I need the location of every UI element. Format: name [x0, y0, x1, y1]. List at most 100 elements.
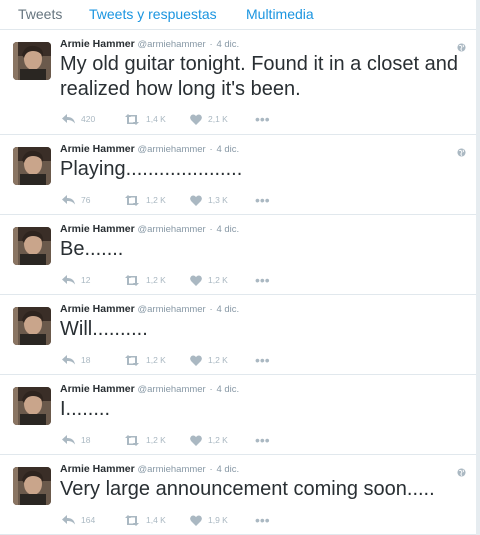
fullname[interactable]: Armie Hammer: [60, 303, 135, 315]
avatar[interactable]: [13, 147, 51, 185]
reply-button[interactable]: 18: [62, 433, 90, 447]
timestamp[interactable]: 4 dic.: [216, 384, 239, 395]
more-button[interactable]: •••: [255, 273, 270, 287]
retweet-icon: [124, 514, 140, 526]
heart-icon: [190, 354, 202, 366]
fullname[interactable]: Armie Hammer: [60, 143, 135, 155]
heart-icon: [190, 194, 202, 206]
reply-button[interactable]: 18: [62, 353, 90, 367]
tweet-header: Armie Hammer @armiehammer · 4 dic.: [60, 383, 476, 397]
tweet-actions: 76 1,2 K 1,3 K •••: [60, 193, 280, 207]
separator: ·: [209, 464, 213, 475]
timestamp[interactable]: 4 dic.: [216, 224, 239, 235]
more-button[interactable]: •••: [255, 353, 270, 367]
reply-button[interactable]: 76: [62, 193, 90, 207]
more-button[interactable]: •••: [255, 513, 270, 527]
retweet-button[interactable]: 1,2 K: [124, 353, 166, 367]
username[interactable]: @armiehammer: [137, 224, 205, 235]
avatar[interactable]: [13, 467, 51, 505]
tweet-3[interactable]: Armie Hammer @armiehammer · 4 dic. Be...…: [0, 215, 476, 295]
timestamp[interactable]: 4 dic.: [216, 144, 239, 155]
separator: ·: [209, 384, 213, 395]
heart-icon: [190, 113, 202, 125]
retweet-button[interactable]: 1,2 K: [124, 273, 166, 287]
reply-count: 12: [81, 275, 91, 285]
retweet-button[interactable]: 1,2 K: [124, 193, 166, 207]
retweet-count: 1,2 K: [146, 195, 166, 205]
username[interactable]: @armiehammer: [137, 384, 205, 395]
globe-icon: [457, 39, 466, 52]
like-count: 1,9 K: [208, 515, 228, 525]
tab-media[interactable]: Multimedia: [246, 6, 314, 22]
like-button[interactable]: 1,2 K: [190, 353, 228, 367]
like-button[interactable]: 1,9 K: [190, 513, 228, 527]
fullname[interactable]: Armie Hammer: [60, 383, 135, 395]
avatar[interactable]: [13, 307, 51, 345]
reply-count: 164: [81, 515, 96, 525]
retweet-button[interactable]: 1,4 K: [124, 513, 166, 527]
fullname[interactable]: Armie Hammer: [60, 463, 135, 475]
like-count: 1,3 K: [208, 195, 228, 205]
like-count: 1,2 K: [208, 275, 228, 285]
tweet-5[interactable]: Armie Hammer @armiehammer · 4 dic. I....…: [0, 375, 476, 455]
timestamp[interactable]: 4 dic.: [216, 464, 239, 475]
tweet-actions: 420 1,4 K 2,1 K •••: [60, 112, 280, 126]
tab-tweets-and-replies[interactable]: Tweets y respuestas: [89, 6, 217, 22]
retweet-count: 1,4 K: [146, 114, 166, 124]
retweet-icon: [124, 434, 140, 446]
reply-count: 18: [81, 435, 91, 445]
like-count: 2,1 K: [208, 114, 228, 124]
username[interactable]: @armiehammer: [137, 464, 205, 475]
avatar[interactable]: [13, 227, 51, 265]
like-button[interactable]: 1,2 K: [190, 273, 228, 287]
more-button[interactable]: •••: [255, 433, 270, 447]
retweet-icon: [124, 354, 140, 366]
tweet-4[interactable]: Armie Hammer @armiehammer · 4 dic. Will.…: [0, 295, 476, 375]
more-button[interactable]: •••: [255, 193, 270, 207]
reply-button[interactable]: 420: [62, 112, 95, 126]
tweet-text: Playing.....................: [60, 158, 243, 180]
tab-tweets[interactable]: Tweets: [18, 6, 62, 22]
tweet-1[interactable]: Armie Hammer @armiehammer · 4 dic. My ol…: [0, 30, 476, 135]
more-icon: •••: [255, 111, 270, 127]
tweet-2[interactable]: Armie Hammer @armiehammer · 4 dic. Playi…: [0, 135, 476, 215]
retweet-count: 1,2 K: [146, 355, 166, 365]
fullname[interactable]: Armie Hammer: [60, 223, 135, 235]
more-button[interactable]: •••: [255, 112, 270, 126]
retweet-icon: [124, 274, 140, 286]
fullname[interactable]: Armie Hammer: [60, 38, 135, 50]
avatar[interactable]: [13, 42, 51, 80]
reply-count: 420: [81, 114, 96, 124]
like-count: 1,2 K: [208, 435, 228, 445]
reply-button[interactable]: 164: [62, 513, 95, 527]
tweet-header: Armie Hammer @armiehammer · 4 dic.: [60, 143, 476, 157]
retweet-count: 1,4 K: [146, 515, 166, 525]
tweet-text: I........: [60, 398, 111, 420]
retweet-count: 1,2 K: [146, 275, 166, 285]
reply-icon: [62, 114, 75, 124]
reply-button[interactable]: 12: [62, 273, 90, 287]
like-button[interactable]: 2,1 K: [190, 112, 228, 126]
tweet-6[interactable]: Armie Hammer @armiehammer · 4 dic. Very …: [0, 455, 476, 535]
separator: ·: [209, 144, 213, 155]
tweet-actions: 12 1,2 K 1,2 K •••: [60, 273, 280, 287]
retweet-button[interactable]: 1,2 K: [124, 433, 166, 447]
username[interactable]: @armiehammer: [137, 304, 205, 315]
tweet-stream: Armie Hammer @armiehammer · 4 dic. My ol…: [0, 30, 476, 535]
retweet-icon: [124, 113, 140, 125]
timestamp[interactable]: 4 dic.: [216, 39, 239, 50]
retweet-count: 1,2 K: [146, 435, 166, 445]
tweet-actions: 18 1,2 K 1,2 K •••: [60, 353, 280, 367]
avatar[interactable]: [13, 387, 51, 425]
tweet-header: Armie Hammer @armiehammer · 4 dic.: [60, 223, 476, 237]
timestamp[interactable]: 4 dic.: [216, 304, 239, 315]
separator: ·: [209, 304, 213, 315]
retweet-button[interactable]: 1,4 K: [124, 112, 166, 126]
like-button[interactable]: 1,2 K: [190, 433, 228, 447]
tweet-text: Will..........: [60, 318, 148, 340]
reply-icon: [62, 275, 75, 285]
username[interactable]: @armiehammer: [137, 144, 205, 155]
username[interactable]: @armiehammer: [137, 39, 205, 50]
like-button[interactable]: 1,3 K: [190, 193, 228, 207]
reply-count: 18: [81, 355, 91, 365]
